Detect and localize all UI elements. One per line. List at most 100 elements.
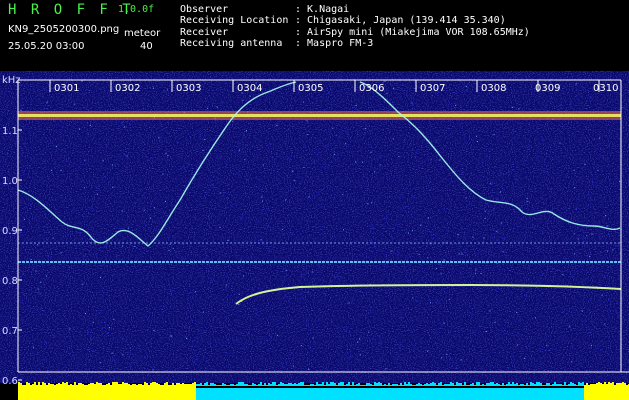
noise-speckle [579,356,581,358]
noise-speckle [488,304,490,306]
noise-speckle [206,191,208,193]
noise-speckle [575,96,577,97]
noise-speckle [537,156,539,158]
noise-speckle [550,98,552,99]
noise-speckle [477,184,478,186]
noise-speckle [591,320,593,322]
noise-speckle [421,235,423,237]
noise-speckle [395,280,396,282]
noise-speckle [606,250,608,252]
bar-spike [600,383,602,386]
noise-speckle [134,202,136,204]
noise-speckle [152,185,154,187]
noise-speckle [357,341,359,343]
noise-speckle [241,173,243,174]
noise-speckle [491,149,493,151]
bar-spike [214,384,216,386]
noise-speckle [296,266,298,268]
noise-speckle [412,104,414,106]
noise-speckle [238,145,240,147]
bar-spike [376,383,378,386]
noise-speckle [43,359,45,361]
noise-speckle [22,299,24,301]
noise-speckle [619,180,620,182]
location-value: : Chigasaki, Japan (139.414 35.340) [295,15,506,26]
noise-speckle [55,353,57,354]
noise-speckle [327,145,329,147]
noise-speckle [33,347,35,349]
x-tick-label: 0303 [176,83,201,94]
noise-speckle [371,225,373,227]
noise-speckle [212,330,214,332]
noise-speckle [296,242,298,244]
bar-spike [306,385,308,386]
noise-speckle [490,365,492,367]
bar-spike [262,385,264,386]
bar-spike [210,383,212,386]
bar-spike [298,383,300,386]
noise-speckle [502,237,503,239]
noise-speckle [407,232,409,234]
noise-speckle [497,288,499,289]
noise-speckle [496,98,498,100]
noise-speckle [443,322,445,324]
noise-speckle [526,197,528,199]
bar-spike [286,384,288,386]
noise-speckle [90,332,92,334]
noise-speckle [514,210,516,212]
noise-speckle [408,351,410,353]
noise-speckle [434,234,436,236]
bar-spike [338,383,340,386]
noise-speckle [117,220,119,222]
noise-speckle [431,234,433,236]
noise-speckle [41,307,42,309]
noise-speckle [411,344,413,346]
noise-speckle [250,256,252,258]
noise-speckle [496,242,498,243]
noise-speckle [324,294,326,296]
noise-speckle [182,166,184,168]
noise-speckle [371,202,373,204]
bar-spike [104,385,106,386]
noise-speckle [159,141,160,142]
noise-speckle [182,101,183,103]
bar-spike [536,382,538,386]
noise-speckle [497,198,499,200]
noise-speckle [227,197,229,199]
noise-speckle [516,178,518,180]
noise-speckle [608,130,610,132]
bar-spike [120,384,122,386]
noise-speckle [21,163,23,165]
bar-spike [520,384,522,386]
noise-speckle [87,316,89,318]
noise-speckle [511,169,513,171]
bar-spike [402,385,404,386]
noise-speckle [403,269,405,271]
noise-speckle [97,102,98,103]
noise-speckle [211,278,213,280]
noise-speckle [475,355,477,357]
bar-spike [136,385,138,386]
noise-speckle [474,334,476,336]
bar-spike [278,384,280,386]
noise-speckle [552,296,554,298]
bar-spike [196,384,198,386]
bar-spike [78,383,80,386]
noise-speckle [281,228,283,230]
noise-speckle [564,258,566,259]
bar-spike [198,384,200,386]
noise-speckle [261,209,263,211]
bar-spike [204,383,206,386]
noise-speckle [507,221,508,223]
noise-speckle [496,198,498,200]
bar-spike [288,383,290,386]
bar-spike [558,384,560,386]
noise-speckle [95,254,97,256]
noise-speckle [74,103,76,105]
noise-speckle [591,322,593,324]
noise-speckle [489,310,491,312]
noise-speckle [425,281,427,283]
noise-speckle [126,155,128,157]
noise-speckle [138,203,140,205]
noise-speckle [410,213,412,215]
